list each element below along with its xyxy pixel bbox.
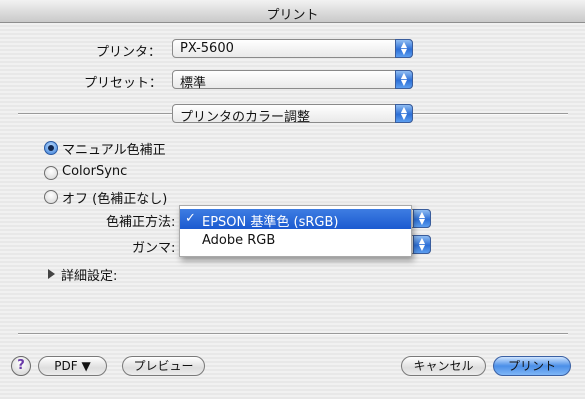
- print-button[interactable]: プリント: [493, 356, 571, 376]
- radio-label-off: オフ (色補正なし): [62, 192, 168, 207]
- correction-method-menu: ✓ EPSON 基準色 (sRGB) Adobe RGB: [179, 205, 412, 257]
- preview-button[interactable]: プレビュー: [122, 356, 205, 376]
- menu-item-label: EPSON 基準色 (sRGB): [202, 215, 339, 230]
- popup-arrows-icon: ▲ ▼: [413, 209, 431, 228]
- preset-popup[interactable]: 標準 ▲ ▼: [172, 70, 413, 91]
- window-title: プリント: [266, 8, 319, 23]
- radio-manual-correction[interactable]: [44, 141, 58, 155]
- printer-value: PX-5600: [180, 41, 234, 56]
- printer-label: プリンタ：: [96, 45, 162, 60]
- popup-arrows-icon: ▲ ▼: [413, 235, 431, 254]
- menu-item-label: Adobe RGB: [202, 233, 276, 248]
- help-button[interactable]: ?: [11, 356, 31, 376]
- gamma-label: ガンマ:: [132, 241, 176, 256]
- printer-popup[interactable]: PX-5600 ▲ ▼: [172, 39, 413, 58]
- popup-arrows-icon: ▲ ▼: [395, 104, 413, 123]
- popup-arrows-icon: ▲ ▼: [395, 39, 413, 58]
- pdf-button[interactable]: PDF ▼: [38, 356, 107, 376]
- bottom-separator: [18, 333, 568, 335]
- check-icon: ✓: [185, 211, 196, 226]
- right-triangle-icon[interactable]: [48, 269, 55, 279]
- panel-popup[interactable]: プリンタのカラー調整 ▲ ▼: [172, 104, 413, 125]
- correction-method-label: 色補正方法:: [106, 215, 176, 230]
- radio-label-manual: マニュアル色補正: [62, 143, 166, 158]
- popup-arrows-icon: ▲ ▼: [395, 70, 413, 89]
- panel-value: プリンタのカラー調整: [180, 110, 311, 125]
- details-label: 詳細設定:: [61, 269, 118, 284]
- menu-item-adobe-rgb[interactable]: Adobe RGB: [180, 231, 411, 251]
- radio-colorsync[interactable]: [44, 166, 58, 180]
- preset-value: 標準: [180, 76, 207, 91]
- cancel-button[interactable]: キャンセル: [401, 356, 486, 376]
- radio-off[interactable]: [44, 190, 58, 204]
- window-titlebar: プリント: [0, 0, 585, 23]
- menu-item-epson-srgb[interactable]: ✓ EPSON 基準色 (sRGB): [180, 209, 411, 230]
- preset-label: プリセット：: [84, 76, 163, 91]
- radio-label-colorsync: ColorSync: [62, 164, 128, 179]
